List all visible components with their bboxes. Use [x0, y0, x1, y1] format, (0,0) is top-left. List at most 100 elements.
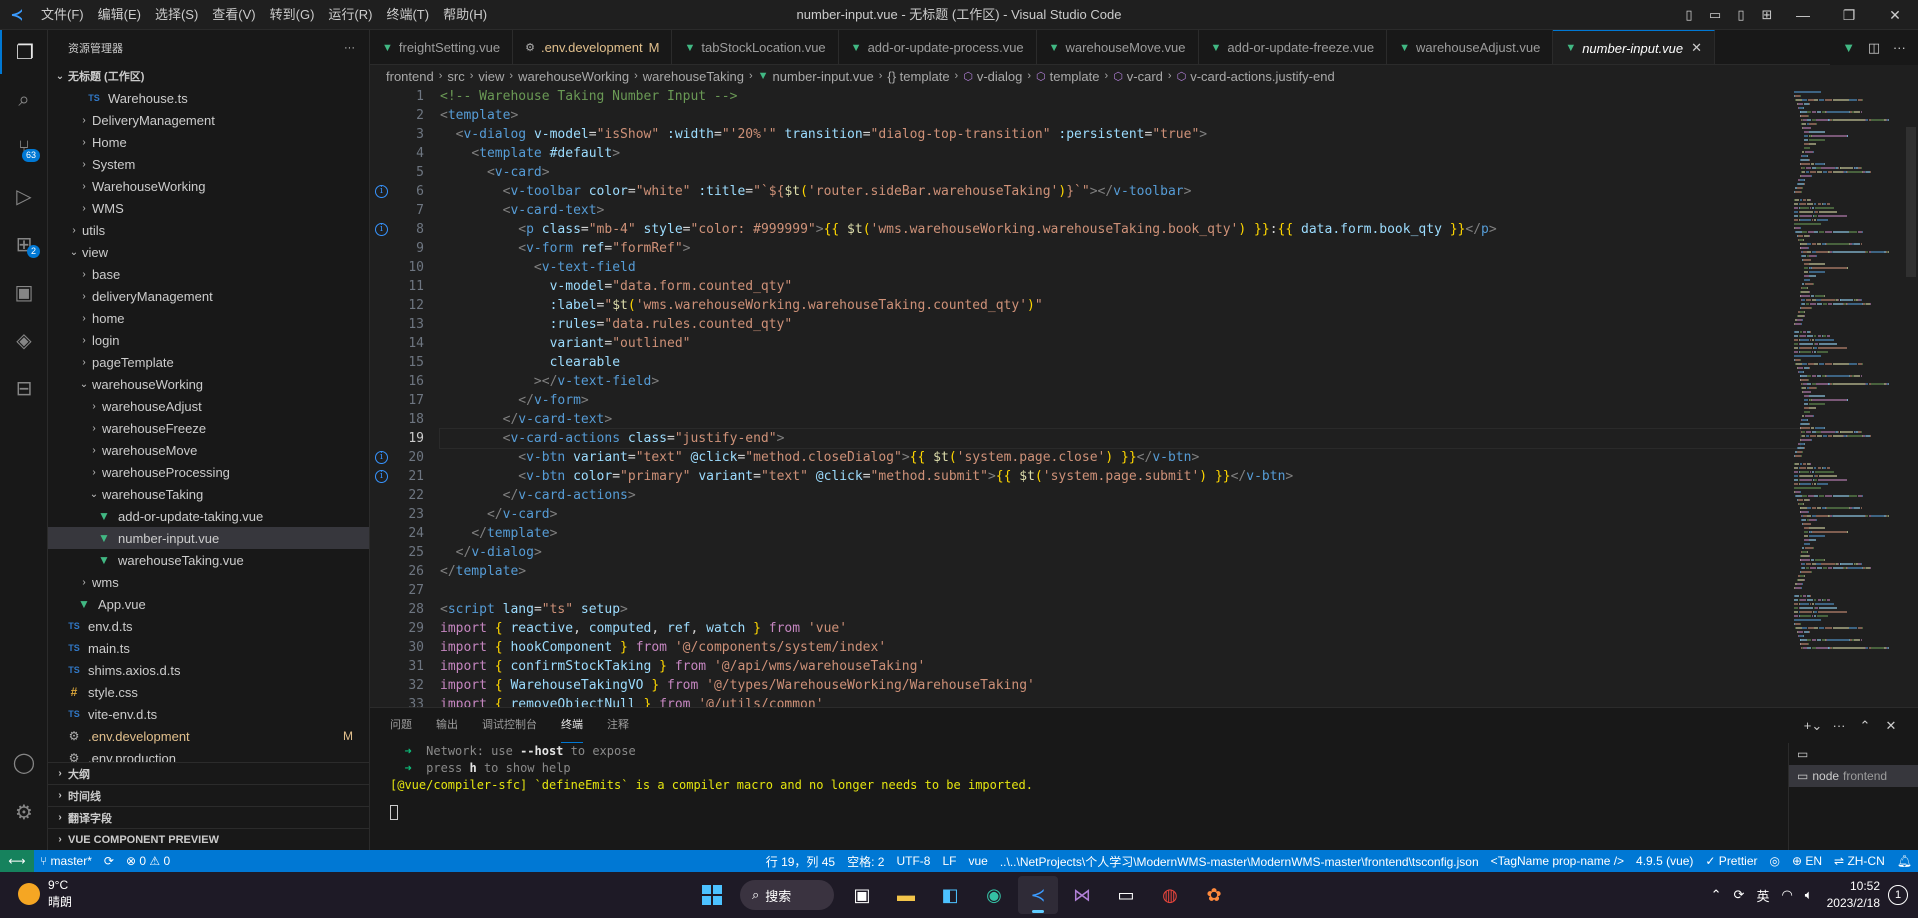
- breadcrumb-item[interactable]: {} template: [887, 69, 949, 84]
- info-hint-icon[interactable]: i: [375, 451, 388, 464]
- info-hint-icon[interactable]: i: [375, 470, 388, 483]
- code-line[interactable]: clearable: [440, 353, 1800, 372]
- taskbar-search[interactable]: ⌕ 搜索: [740, 880, 834, 910]
- folder-item[interactable]: › warehouseAdjust: [48, 395, 369, 417]
- folder-item[interactable]: › warehouseProcessing: [48, 461, 369, 483]
- code-line[interactable]: </v-card-actions>: [440, 486, 1800, 505]
- file-item[interactable]: TS main.ts: [48, 637, 369, 659]
- manage-gear-icon[interactable]: ⚙: [0, 790, 48, 834]
- broadcast-icon[interactable]: ◎: [1764, 854, 1786, 868]
- menu-help[interactable]: 帮助(H): [436, 0, 494, 30]
- code-line[interactable]: </template>: [440, 524, 1800, 543]
- file-item[interactable]: ⚙ .env.development M: [48, 725, 369, 747]
- panel-tab[interactable]: 注释: [607, 708, 629, 743]
- file-item[interactable]: ▼ App.vue: [48, 593, 369, 615]
- code-line[interactable]: import { confirmStockTaking } from '@/ap…: [440, 657, 1800, 676]
- panel-more-icon[interactable]: ···: [1826, 718, 1852, 733]
- editor-tab[interactable]: ▼ add-or-update-process.vue: [839, 30, 1037, 64]
- info-hint-icon[interactable]: i: [375, 223, 388, 236]
- breadcrumb-item[interactable]: warehouseWorking: [518, 69, 629, 84]
- run-debug-icon[interactable]: ▷: [0, 174, 48, 218]
- split-editor-icon[interactable]: ◫: [1861, 40, 1886, 56]
- menu-selection[interactable]: 选择(S): [148, 0, 205, 30]
- folder-item[interactable]: › WarehouseWorking: [48, 175, 369, 197]
- code-line[interactable]: </v-card>: [440, 505, 1800, 524]
- vscode-taskbar-icon[interactable]: ≺: [1018, 876, 1058, 914]
- tagname-style[interactable]: <TagName prop-name />: [1485, 854, 1630, 868]
- code-line[interactable]: [440, 581, 1800, 600]
- menu-file[interactable]: 文件(F): [34, 0, 91, 30]
- folder-item[interactable]: › System: [48, 153, 369, 175]
- folder-item[interactable]: › warehouseFreeze: [48, 417, 369, 439]
- code-line[interactable]: import { WarehouseTakingVO } from '@/typ…: [440, 676, 1800, 695]
- folder-item[interactable]: ⌄ warehouseWorking: [48, 373, 369, 395]
- cursor-position[interactable]: 行 19，列 45: [760, 853, 841, 870]
- code-line[interactable]: <v-btn color="primary" variant="text" @c…: [440, 467, 1800, 486]
- start-button[interactable]: [692, 876, 732, 914]
- docker-icon[interactable]: ◈: [0, 318, 48, 362]
- folder-item[interactable]: › wms: [48, 571, 369, 593]
- explorer-icon[interactable]: ❐: [0, 30, 48, 74]
- tray-overflow-icon[interactable]: ⌃: [1711, 887, 1722, 903]
- code-line[interactable]: <template>: [440, 106, 1800, 125]
- breadcrumb-item[interactable]: v-dialog: [977, 69, 1023, 84]
- maximize-panel-icon[interactable]: ⌃: [1852, 718, 1878, 734]
- explorer-more-icon[interactable]: ···: [344, 42, 355, 54]
- terminal-taskbar-icon[interactable]: ▭: [1106, 876, 1146, 914]
- file-item[interactable]: TS env.d.ts: [48, 615, 369, 637]
- editor-tab[interactable]: ▼ number-input.vue ✕: [1553, 30, 1716, 64]
- minimap[interactable]: [1794, 87, 1904, 707]
- lang-en[interactable]: ⊕ EN: [1786, 854, 1828, 868]
- close-tab-icon[interactable]: ✕: [1691, 40, 1702, 56]
- vue-preview-icon[interactable]: ▼: [1836, 40, 1861, 55]
- task-view-icon[interactable]: ▣: [842, 876, 882, 914]
- code-line[interactable]: <script lang="ts" setup>: [440, 600, 1800, 619]
- breadcrumb-item[interactable]: warehouseTaking: [643, 69, 744, 84]
- code-line[interactable]: <v-form ref="formRef">: [440, 239, 1800, 258]
- code-line[interactable]: :label="$t('wms.warehouseWorking.warehou…: [440, 296, 1800, 315]
- code-line[interactable]: import { removeObjectNull } from '@/util…: [440, 695, 1800, 707]
- code-line[interactable]: ></v-text-field>: [440, 372, 1800, 391]
- folder-item[interactable]: › pageTemplate: [48, 351, 369, 373]
- scrollbar-thumb[interactable]: [1906, 127, 1916, 277]
- code-line[interactable]: <v-dialog v-model="isShow" :width="'20%'…: [440, 125, 1800, 144]
- chrome-icon[interactable]: ◍: [1150, 876, 1190, 914]
- volume-icon[interactable]: 🔈︎: [1805, 887, 1813, 903]
- editor-tab[interactable]: ▼ warehouseAdjust.vue: [1387, 30, 1554, 64]
- editor-tab[interactable]: ▼ freightSetting.vue: [370, 30, 514, 64]
- sync-icon[interactable]: ⟳: [98, 854, 120, 868]
- language-mode[interactable]: vue: [962, 854, 993, 868]
- breadcrumb-item[interactable]: v-card: [1127, 69, 1163, 84]
- folder-item[interactable]: › WMS: [48, 197, 369, 219]
- code-line[interactable]: <v-card>: [440, 163, 1800, 182]
- code-line[interactable]: <!-- Warehouse Taking Number Input -->: [440, 87, 1800, 106]
- tray-sync-icon[interactable]: ⟳: [1734, 887, 1745, 903]
- toggle-sidebar-icon[interactable]: ▯: [1676, 7, 1702, 23]
- more-actions-icon[interactable]: ···: [1887, 40, 1912, 55]
- restore-button[interactable]: ❐: [1826, 7, 1872, 24]
- file-item[interactable]: ▼ number-input.vue: [48, 527, 369, 549]
- panel-tab[interactable]: 问题: [390, 708, 412, 743]
- folder-item[interactable]: › utils: [48, 219, 369, 241]
- notification-count[interactable]: 1: [1888, 885, 1908, 905]
- code-line[interactable]: </v-dialog>: [440, 543, 1800, 562]
- menu-view[interactable]: 查看(V): [205, 0, 262, 30]
- lang-zh[interactable]: ⇌ ZH-CN: [1828, 854, 1891, 868]
- code-area[interactable]: <!-- Warehouse Taking Number Input --> <t…: [439, 87, 1801, 707]
- toggle-panel-icon[interactable]: ▭: [1702, 7, 1728, 23]
- code-line[interactable]: import { reactive, computed, ref, watch …: [440, 619, 1800, 638]
- section-translation[interactable]: › 翻译字段: [48, 806, 369, 828]
- remote-icon[interactable]: ⟷: [0, 850, 34, 872]
- toggle-secondary-sidebar-icon[interactable]: ▯: [1728, 7, 1754, 23]
- code-line[interactable]: <template #default>: [440, 144, 1800, 163]
- search-icon[interactable]: ⌕: [0, 78, 48, 122]
- editor-tab[interactable]: ▼ tabStockLocation.vue: [672, 30, 839, 64]
- notifications-bell-icon[interactable]: 🔔︎: [1891, 854, 1918, 868]
- section-outline[interactable]: › 大纲: [48, 762, 369, 784]
- minimize-button[interactable]: —: [1780, 7, 1826, 23]
- file-item[interactable]: TS vite-env.d.ts: [48, 703, 369, 725]
- end-of-line[interactable]: LF: [936, 854, 962, 868]
- code-line[interactable]: </template>: [440, 562, 1800, 581]
- account-icon[interactable]: ◯: [0, 740, 48, 784]
- extensions-icon[interactable]: ⊞ 2: [0, 222, 48, 266]
